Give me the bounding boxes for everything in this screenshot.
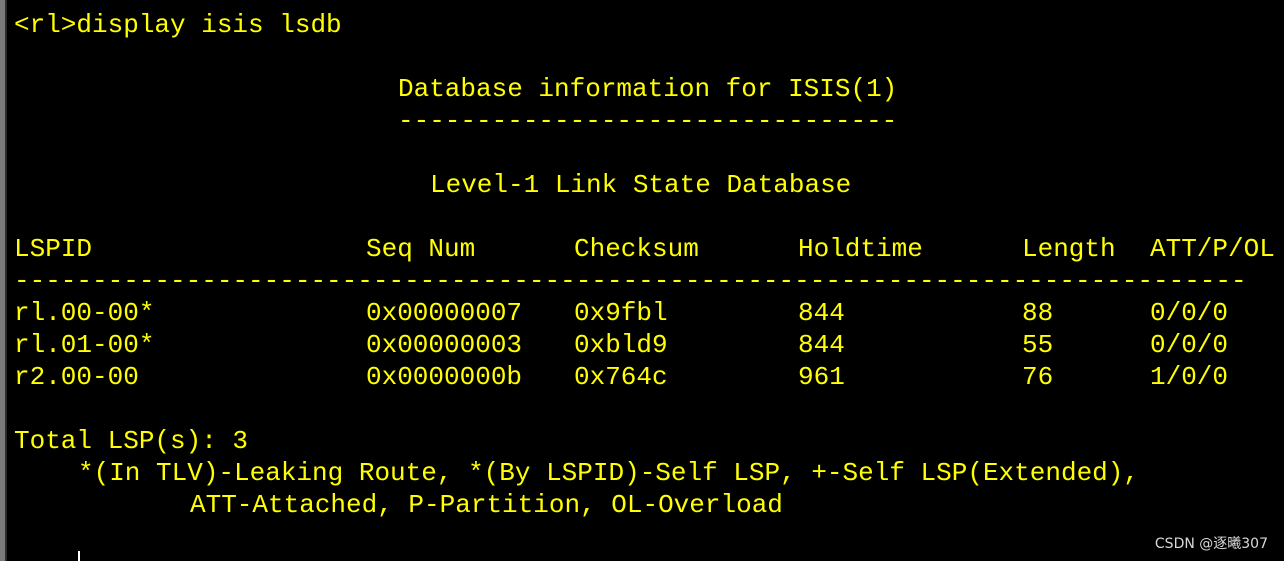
column-header-lspid: LSPID xyxy=(14,234,93,264)
cell-holdtime: 844 xyxy=(798,330,845,360)
cell-length: 55 xyxy=(1022,330,1054,360)
cell-holdtime: 844 xyxy=(798,298,845,328)
cell-length: 88 xyxy=(1022,298,1054,328)
cell-holdtime: 961 xyxy=(798,362,845,392)
cell-checksum: 0x9fbl xyxy=(574,298,668,328)
text-cursor xyxy=(78,551,80,561)
cell-seq-num: 0x00000007 xyxy=(366,298,523,328)
legend-line-2: ATT-Attached, P-Partition, OL-Overload xyxy=(190,490,783,520)
watermark: CSDN @逐曦307 xyxy=(1154,536,1268,552)
table-row: rl.00-00* 0x00000007 0x9fbl 844 88 0/0/0 xyxy=(0,297,1284,329)
cell-length: 76 xyxy=(1022,362,1054,392)
cell-seq-num: 0x00000003 xyxy=(366,330,523,360)
column-header-att-p-ol: ATT/P/OL xyxy=(1150,234,1275,264)
column-header-seq-num: Seq Num xyxy=(366,234,476,264)
database-title-underline: -------------------------------- xyxy=(398,106,898,136)
total-lsp-line: Total LSP(s): 3 xyxy=(14,426,249,456)
cell-att-p-ol: 1/0/0 xyxy=(1150,362,1229,392)
terminal-window[interactable]: <rl>display isis lsdb Database informati… xyxy=(0,0,1284,561)
column-header-holdtime: Holdtime xyxy=(798,234,923,264)
window-left-border xyxy=(0,0,7,561)
database-title: Database information for ISIS(1) xyxy=(398,74,898,104)
command-line: <rl>display isis lsdb xyxy=(14,10,342,40)
column-header-length: Length xyxy=(1022,234,1116,264)
table-separator: ----------------------------------------… xyxy=(14,266,1247,296)
cell-lspid: r2.00-00 xyxy=(14,362,139,392)
table-row: r2.00-00 0x0000000b 0x764c 961 76 1/0/0 xyxy=(0,361,1284,393)
table-header-row: LSPID Seq Num Checksum Holdtime Length A… xyxy=(0,233,1284,265)
cell-att-p-ol: 0/0/0 xyxy=(1150,298,1229,328)
cell-checksum: 0x764c xyxy=(574,362,668,392)
cell-lspid: rl.01-00* xyxy=(14,330,155,360)
cell-seq-num: 0x0000000b xyxy=(366,362,523,392)
cell-att-p-ol: 0/0/0 xyxy=(1150,330,1229,360)
cell-lspid: rl.00-00* xyxy=(14,298,155,328)
table-row: rl.01-00* 0x00000003 0xbld9 844 55 0/0/0 xyxy=(0,329,1284,361)
legend-line-1: *(In TLV)-Leaking Route, *(By LSPID)-Sel… xyxy=(78,458,1139,488)
level-title: Level-1 Link State Database xyxy=(430,170,852,200)
column-header-checksum: Checksum xyxy=(574,234,699,264)
cell-checksum: 0xbld9 xyxy=(574,330,668,360)
